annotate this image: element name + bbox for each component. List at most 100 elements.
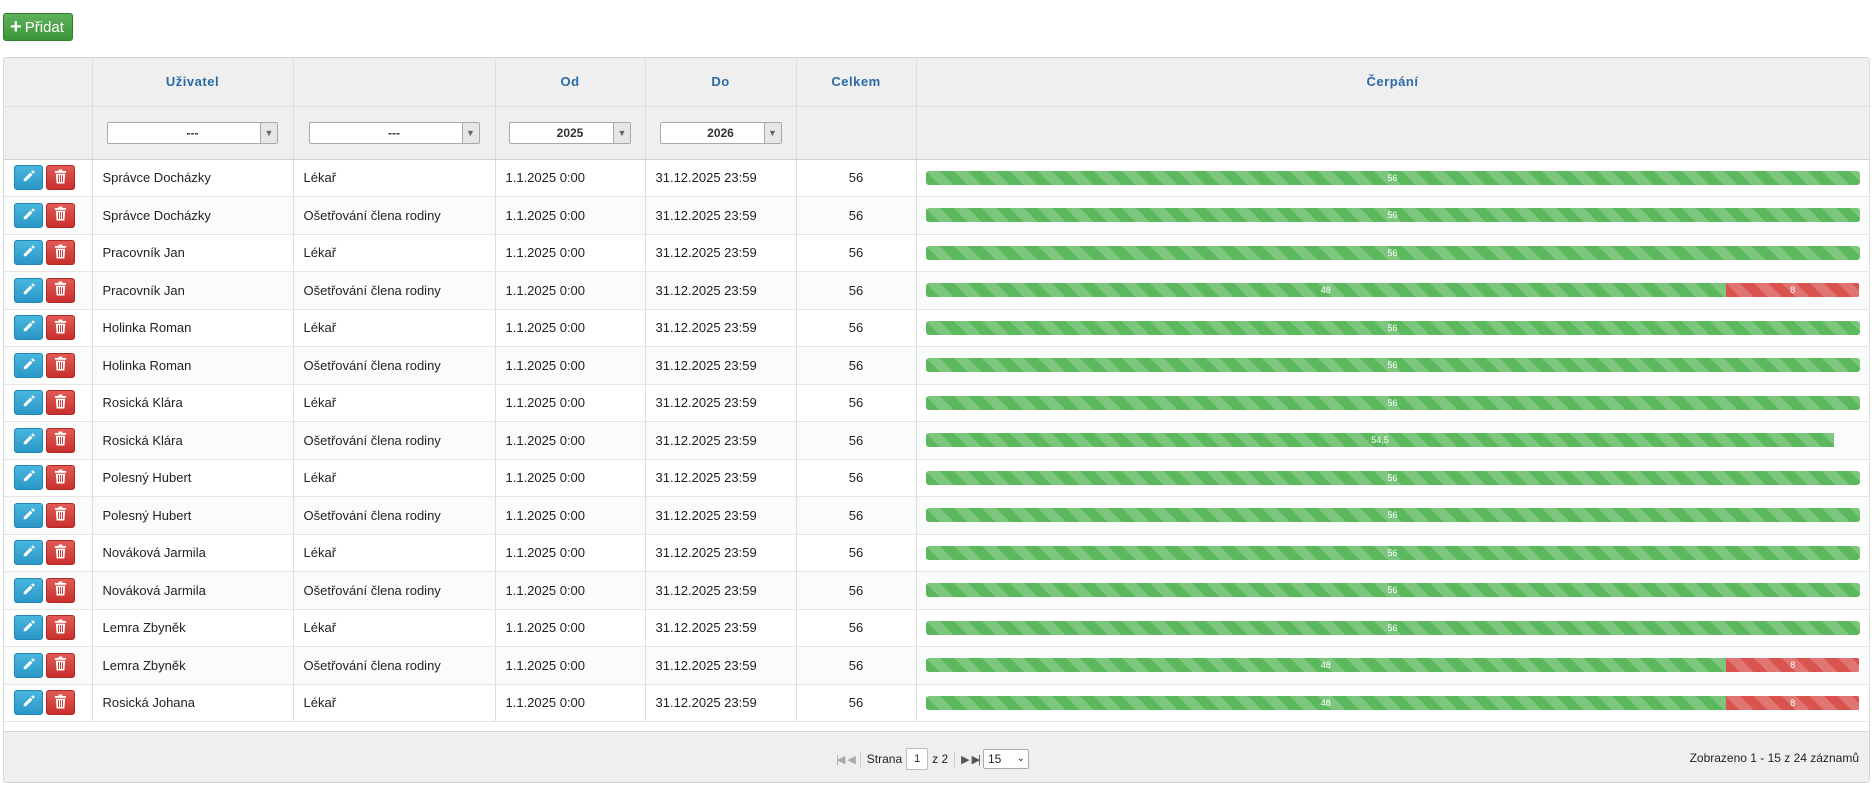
trash-icon [54,206,67,224]
table-row[interactable]: Polesný Hubert Ošetřování člena rodiny 1.1… [4,496,1870,535]
pager-divider [954,751,956,767]
page-size-select[interactable]: 15 ⌄ [982,749,1029,769]
edit-button[interactable] [14,315,43,341]
edit-button[interactable] [14,577,43,603]
col-total-header[interactable]: Celkem [796,58,917,107]
cell-from: 1.1.2025 0:00 [495,159,646,197]
filter-from-select[interactable]: 2025 ▼ [509,121,631,144]
edit-button[interactable] [14,202,43,228]
row-actions [4,571,93,610]
chevron-down-icon: ▼ [613,122,630,143]
edit-button[interactable] [14,427,43,453]
delete-button[interactable] [46,202,75,228]
plus-icon: + [10,16,22,38]
table-row[interactable]: Holinka Roman Lékař 1.1.2025 0:00 31.12.202… [4,309,1870,347]
cell-type: Ošetřování člena rodiny [293,571,496,610]
table-row[interactable]: Správce Docházky Lékař 1.1.2025 0:00 31.12.… [4,159,1870,197]
edit-button[interactable] [14,165,43,191]
col-type-header[interactable] [293,58,496,107]
edit-button[interactable] [14,465,43,491]
filter-type-select[interactable]: --- ▼ [308,121,480,144]
delete-button[interactable] [46,502,75,528]
delete-button[interactable] [46,652,75,678]
table-row[interactable]: Polesný Hubert Lékař 1.1.2025 0:00 31.12.20… [4,459,1870,497]
table-row[interactable]: Lemra Zbyněk Lékař 1.1.2025 0:00 31.12.2025… [4,609,1870,647]
usage-used-segment: 54,5 [925,433,1835,448]
edit-button[interactable] [14,352,43,378]
cell-to: 31.12.2025 23:59 [645,459,797,497]
delete-button[interactable] [46,315,75,341]
usage-progress-bar: 56 [925,170,1860,185]
cell-usage: 56 [916,346,1870,385]
delete-button[interactable] [46,277,75,303]
delete-button[interactable] [46,240,75,266]
usage-used-segment: 56 [925,620,1860,635]
usage-used-segment: 56 [925,170,1860,185]
next-page-icon[interactable]: ▶ [961,753,970,766]
trash-icon [54,469,67,487]
table-row[interactable]: Pracovník Jan Ošetřování člena rodiny 1.1.… [4,271,1870,310]
cell-total: 56 [796,459,917,497]
table-row[interactable]: Správce Docházky Ošetřování člena rodiny 1… [4,196,1870,235]
delete-button[interactable] [46,427,75,453]
cell-user: Správce Docházky [92,159,294,197]
table-row[interactable]: Rosická Klára Ošetřování člena rodiny 1.1.… [4,421,1870,460]
table-row[interactable]: Rosická Klára Lékař 1.1.2025 0:00 31.12.202… [4,384,1870,422]
page-input[interactable]: 1 [906,748,929,770]
add-button[interactable]: + Přidat [3,13,73,41]
edit-button[interactable] [14,690,43,716]
delete-button[interactable] [46,540,75,566]
filter-to-select[interactable]: 2026 ▼ [659,121,782,144]
cell-user: Polesný Hubert [92,496,294,535]
col-to-header[interactable]: Do [645,58,797,107]
edit-button[interactable] [14,652,43,678]
cell-type: Ošetřování člena rodiny [293,271,496,310]
filter-user-cell: --- ▼ [92,106,294,160]
delete-button[interactable] [46,465,75,491]
table-row[interactable]: Rosická Johana Lékař 1.1.2025 0:00 31.12.20… [4,684,1870,722]
table-row[interactable]: Nováková Jarmila Ošetřování člena rodiny 1… [4,571,1870,610]
records-table: Uživatel Od Do Celkem Čerpání --- ▼ --- [4,58,1870,722]
usage-over-segment: 8 [1726,283,1860,298]
cell-type: Ošetřování člena rodiny [293,346,496,385]
delete-button[interactable] [46,577,75,603]
delete-button[interactable] [46,352,75,378]
cell-to: 31.12.2025 23:59 [645,609,797,647]
col-from-header[interactable]: Od [495,58,646,107]
trash-icon [54,169,67,187]
col-usage-header[interactable]: Čerpání [916,58,1870,107]
table-row[interactable]: Holinka Roman Ošetřování člena rodiny 1.1.… [4,346,1870,385]
cell-from: 1.1.2025 0:00 [495,496,646,535]
last-page-icon[interactable]: ▶| [972,753,981,766]
trash-icon [54,619,67,637]
edit-button[interactable] [14,240,43,266]
table-row[interactable]: Nováková Jarmila Lékař 1.1.2025 0:00 31.12.… [4,534,1870,572]
cell-total: 56 [796,646,917,685]
usage-used-segment: 56 [925,470,1860,485]
delete-button[interactable] [46,690,75,716]
pencil-icon [22,507,36,524]
usage-progress-bar: 56 [925,470,1860,485]
delete-button[interactable] [46,615,75,641]
edit-button[interactable] [14,390,43,416]
delete-button[interactable] [46,165,75,191]
col-user-header[interactable]: Uživatel [92,58,294,107]
cell-to: 31.12.2025 23:59 [645,234,797,272]
usage-used-segment: 56 [925,320,1860,335]
prev-page-icon[interactable]: ◀ [847,753,856,766]
edit-button[interactable] [14,277,43,303]
first-page-icon[interactable]: |◀ [836,753,845,766]
filter-user-select[interactable]: --- ▼ [107,121,278,144]
cell-to: 31.12.2025 23:59 [645,496,797,535]
cell-user: Lemra Zbyněk [92,609,294,647]
edit-button[interactable] [14,615,43,641]
row-actions [4,684,93,722]
edit-button[interactable] [14,540,43,566]
pencil-icon [22,394,36,411]
delete-button[interactable] [46,390,75,416]
cell-user: Správce Docházky [92,196,294,235]
pencil-icon [22,694,36,711]
edit-button[interactable] [14,502,43,528]
table-row[interactable]: Lemra Zbyněk Ošetřování člena rodiny 1.1.2… [4,646,1870,685]
table-row[interactable]: Pracovník Jan Lékař 1.1.2025 0:00 31.12.202… [4,234,1870,272]
